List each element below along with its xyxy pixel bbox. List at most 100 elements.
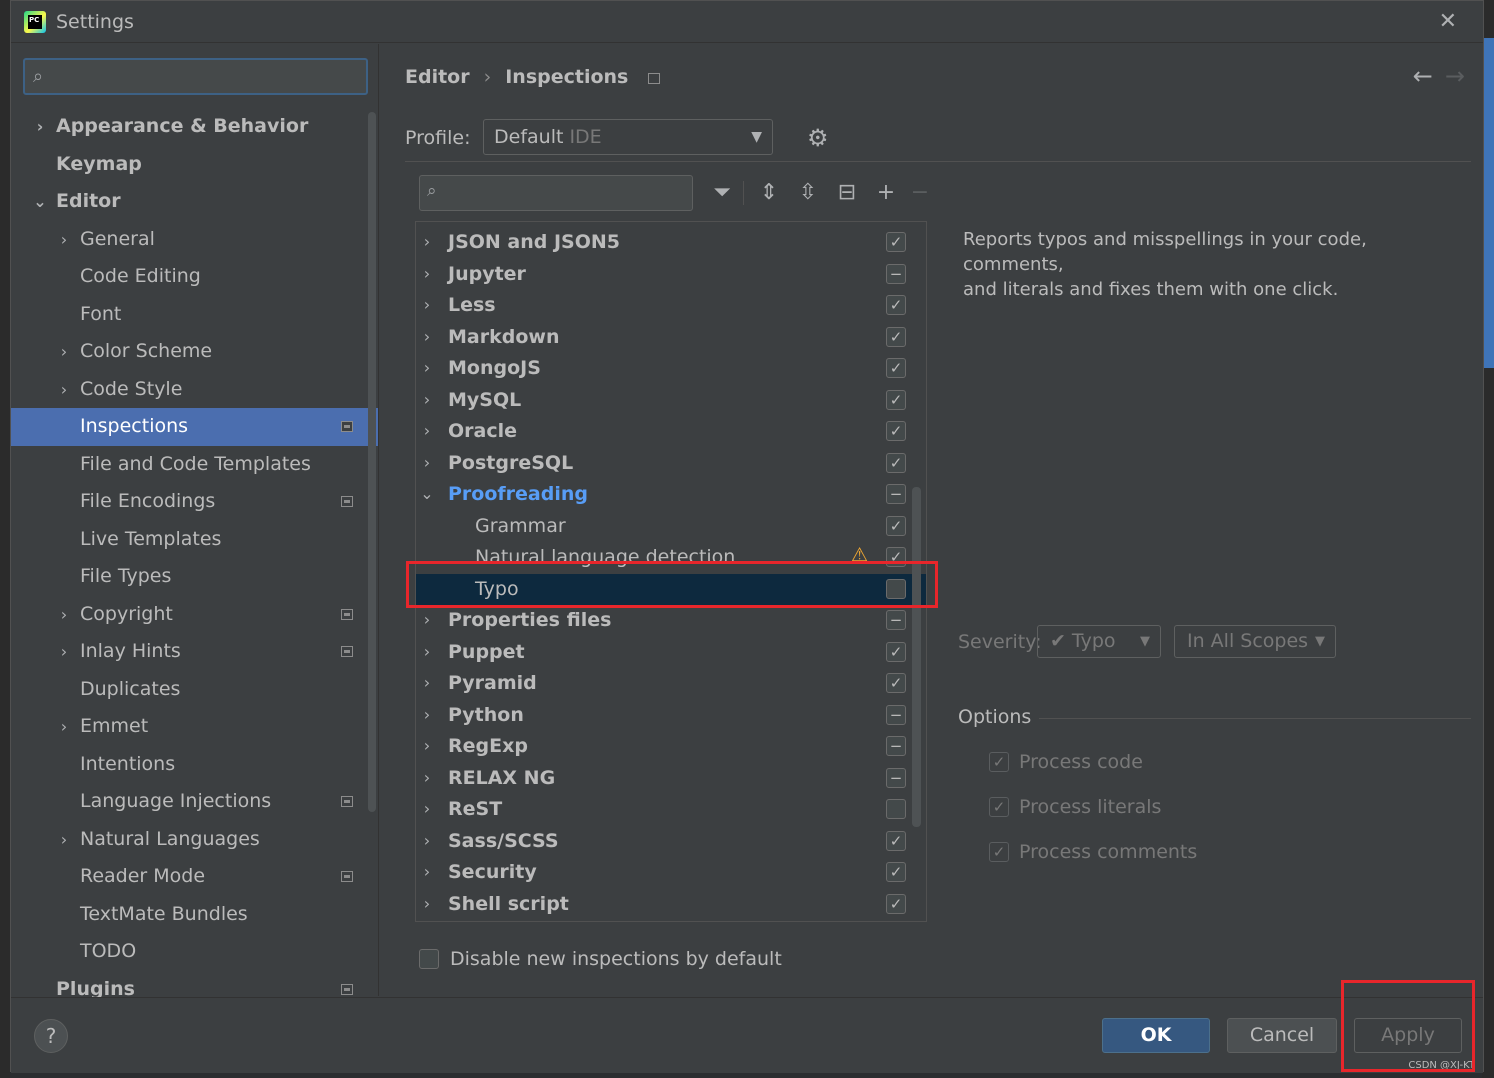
inspection-checkbox[interactable]: ✓ (886, 893, 906, 914)
sidebar-scrollbar[interactable] (368, 112, 376, 812)
inspection-row[interactable]: › Shell script ✓ (416, 889, 926, 921)
inspection-row[interactable]: › Oracle ✓ (416, 416, 926, 448)
inspection-row[interactable]: › Puppet ✓ (416, 637, 926, 669)
sidebar-item-keymap[interactable]: Keymap (11, 146, 378, 184)
inspection-row[interactable]: › Properties files − (416, 605, 926, 637)
collapse-all-icon[interactable]: ⇳ (793, 178, 823, 208)
inspection-row[interactable]: › MySQL ✓ (416, 385, 926, 417)
back-arrow-icon[interactable]: ← (1413, 62, 1433, 90)
sidebar-item-appearance-behavior[interactable]: › Appearance & Behavior (11, 108, 378, 146)
inspection-row[interactable]: › ReST (416, 794, 926, 826)
chevron-right-icon[interactable]: › (420, 862, 434, 881)
cancel-button[interactable]: Cancel (1227, 1018, 1337, 1053)
chevron-right-icon[interactable]: › (33, 108, 47, 146)
sidebar-item-textmate-bundles[interactable]: TextMate Bundles (11, 896, 378, 934)
chevron-right-icon[interactable]: › (57, 633, 71, 671)
sidebar-item-general[interactable]: › General (11, 221, 378, 259)
inspection-checkbox[interactable]: − (886, 704, 906, 725)
sidebar-item-live-templates[interactable]: Live Templates (11, 521, 378, 559)
breadcrumb-editor[interactable]: Editor (405, 66, 470, 88)
chevron-right-icon[interactable]: › (57, 333, 71, 371)
inspection-checkbox[interactable]: − (886, 263, 906, 284)
inspection-row[interactable]: › PostgreSQL ✓ (416, 448, 926, 480)
chevron-right-icon[interactable]: › (57, 596, 71, 634)
inspection-checkbox[interactable]: ✓ (886, 862, 906, 882)
chevron-right-icon[interactable]: › (420, 705, 434, 724)
chevron-right-icon[interactable]: › (420, 390, 434, 409)
chevron-right-icon[interactable]: › (420, 453, 434, 472)
inspection-row[interactable]: › Less ✓ (416, 290, 926, 322)
sidebar-item-font[interactable]: Font (11, 296, 378, 334)
inspection-row[interactable]: › Sass/SCSS ✓ (416, 826, 926, 858)
inspection-checkbox[interactable]: ✓ (886, 358, 906, 378)
gear-icon[interactable]: ⚙ (807, 124, 829, 152)
inspection-checkbox[interactable]: ✓ (886, 389, 906, 410)
chevron-right-icon[interactable]: › (420, 642, 434, 661)
chevron-right-icon[interactable]: › (57, 708, 71, 746)
chevron-down-icon[interactable]: ⌄ (420, 484, 434, 503)
chevron-right-icon[interactable]: › (57, 221, 71, 259)
inspection-row[interactable]: › MongoJS ✓ (416, 353, 926, 385)
inspection-checkbox[interactable]: ✓ (886, 232, 906, 252)
chevron-right-icon[interactable]: › (420, 673, 434, 692)
chevron-right-icon[interactable]: › (420, 768, 434, 787)
chevron-right-icon[interactable]: › (420, 232, 434, 251)
sidebar-item-todo[interactable]: TODO (11, 933, 378, 971)
inspection-checkbox[interactable]: ✓ (886, 673, 906, 693)
severity-dropdown[interactable]: ✔ Typo ▼ (1037, 625, 1161, 658)
inspection-checkbox[interactable]: − (886, 767, 906, 788)
inspection-checkbox[interactable]: ✓ (886, 830, 906, 851)
sidebar-item-file-encodings[interactable]: File Encodings (11, 483, 378, 521)
forward-arrow-icon[interactable]: → (1445, 62, 1465, 90)
inspection-row[interactable]: › Security ✓ (416, 857, 926, 889)
add-icon[interactable]: + (871, 178, 901, 208)
inspection-row[interactable]: › Jupyter − (416, 259, 926, 291)
chevron-right-icon[interactable]: › (420, 327, 434, 346)
chevron-right-icon[interactable]: › (420, 736, 434, 755)
sidebar-item-intentions[interactable]: Intentions (11, 746, 378, 784)
sidebar-item-file-types[interactable]: File Types (11, 558, 378, 596)
chevron-right-icon[interactable]: › (57, 821, 71, 859)
scope-dropdown[interactable]: In All Scopes ▼ (1174, 625, 1336, 658)
remove-icon[interactable]: − (905, 178, 935, 208)
inspection-checkbox[interactable] (886, 799, 906, 819)
chevron-right-icon[interactable]: › (420, 831, 434, 850)
sidebar-item-duplicates[interactable]: Duplicates (11, 671, 378, 709)
settings-search-input[interactable]: ⌕ (23, 58, 368, 95)
checkbox[interactable]: ✓ (989, 797, 1009, 817)
inspection-checkbox[interactable]: ✓ (886, 452, 906, 473)
sidebar-item-natural-languages[interactable]: › Natural Languages (11, 821, 378, 859)
checkbox[interactable] (419, 949, 439, 969)
inspection-row[interactable]: › Pyramid ✓ (416, 668, 926, 700)
inspection-checkbox[interactable]: ✓ (886, 295, 906, 315)
profile-dropdown[interactable]: Default IDE ▼ (483, 119, 773, 155)
close-icon[interactable]: ✕ (1439, 9, 1457, 34)
chevron-right-icon[interactable]: › (420, 295, 434, 314)
sidebar-item-file-and-code-templates[interactable]: File and Code Templates (11, 446, 378, 484)
inspection-row[interactable]: › RegExp − (416, 731, 926, 763)
inspection-search-input[interactable]: ⌕ (419, 175, 693, 211)
inspection-row[interactable]: › RELAX NG − (416, 763, 926, 795)
inspection-row[interactable]: › JSON and JSON5 ✓ (416, 227, 926, 259)
chevron-right-icon[interactable]: › (420, 264, 434, 283)
inspection-checkbox[interactable]: ✓ (886, 421, 906, 441)
help-button[interactable]: ? (34, 1019, 68, 1053)
inspection-row[interactable]: Grammar ✓ (416, 511, 926, 543)
chevron-right-icon[interactable]: › (420, 799, 434, 818)
chevron-right-icon[interactable]: › (57, 371, 71, 409)
inspection-checkbox[interactable]: − (886, 736, 906, 756)
inspection-row[interactable]: › Markdown ✓ (416, 322, 926, 354)
filter-icon[interactable]: ⏷ (707, 178, 737, 208)
sidebar-item-inlay-hints[interactable]: › Inlay Hints (11, 633, 378, 671)
sidebar-item-code-style[interactable]: › Code Style (11, 371, 378, 409)
sidebar-item-emmet[interactable]: › Emmet (11, 708, 378, 746)
chevron-right-icon[interactable]: › (420, 421, 434, 440)
sidebar-item-editor[interactable]: ⌄ Editor (11, 183, 378, 221)
toggle-group-icon[interactable]: ⊟ (832, 178, 862, 208)
chevron-right-icon[interactable]: › (420, 610, 434, 629)
chevron-right-icon[interactable]: › (420, 894, 434, 913)
inspection-tree-scrollbar[interactable] (912, 487, 921, 827)
sidebar-item-reader-mode[interactable]: Reader Mode (11, 858, 378, 896)
sidebar-item-copyright[interactable]: › Copyright (11, 596, 378, 634)
sidebar-item-code-editing[interactable]: Code Editing (11, 258, 378, 296)
